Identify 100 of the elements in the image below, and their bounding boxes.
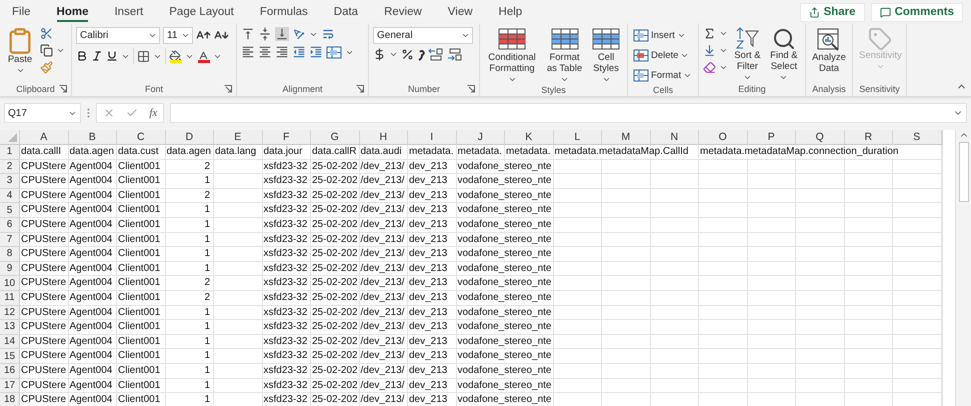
style-button[interactable]: Cell Styles xyxy=(589,27,623,84)
column-header[interactable]: A xyxy=(20,130,68,145)
increase-decimal-icon[interactable] xyxy=(428,48,444,61)
column-header[interactable]: J xyxy=(456,130,505,145)
copy-icon[interactable] xyxy=(40,44,53,57)
column-header[interactable]: R xyxy=(844,130,893,145)
dialog-launcher-icon[interactable] xyxy=(224,85,232,93)
autosum-icon[interactable] xyxy=(703,27,716,40)
column-header[interactable]: I xyxy=(408,130,456,145)
row-header[interactable]: 17 xyxy=(0,378,20,394)
column-header[interactable]: Q xyxy=(796,130,844,145)
ribbon-tab[interactable]: Insert xyxy=(114,2,144,22)
row-header[interactable]: 2 xyxy=(0,160,20,174)
decrease-indent-icon[interactable] xyxy=(292,45,306,59)
column-header[interactable]: G xyxy=(311,130,360,145)
italic-icon[interactable] xyxy=(91,50,103,62)
formula-field[interactable] xyxy=(170,103,967,123)
row-header[interactable]: 1 xyxy=(0,145,20,160)
dialog-launcher-icon[interactable] xyxy=(356,85,364,93)
row-header[interactable]: 11 xyxy=(0,290,20,306)
row-header[interactable]: 5 xyxy=(0,203,20,218)
column-header[interactable]: M xyxy=(602,130,650,145)
row-header[interactable]: 12 xyxy=(0,306,20,320)
bold-icon[interactable] xyxy=(76,50,88,62)
style-button[interactable]: Format as Table xyxy=(544,27,585,84)
ribbon-tab[interactable]: Formulas xyxy=(260,2,308,22)
row-header[interactable]: 14 xyxy=(0,334,20,350)
align-center-icon[interactable] xyxy=(258,45,272,59)
find-select-button[interactable]: Find & Select xyxy=(766,27,801,82)
column-header[interactable]: C xyxy=(117,130,166,145)
percent-icon[interactable] xyxy=(401,48,414,61)
eraser-icon[interactable] xyxy=(703,61,716,74)
column-header[interactable]: O xyxy=(699,130,748,145)
align-middle-icon[interactable] xyxy=(258,27,272,41)
column-header[interactable]: K xyxy=(505,130,554,145)
decrease-decimal-icon[interactable] xyxy=(447,48,463,61)
column-header[interactable]: B xyxy=(68,130,117,145)
fill-down-icon[interactable] xyxy=(703,44,716,57)
row-header[interactable]: 3 xyxy=(0,174,20,189)
paste-button[interactable]: Paste xyxy=(4,27,36,75)
number-format-field[interactable]: General xyxy=(373,27,473,44)
cut-icon[interactable] xyxy=(40,27,53,40)
row-header[interactable]: 10 xyxy=(0,276,20,291)
row-header[interactable]: 6 xyxy=(0,218,20,233)
format-painter-icon[interactable] xyxy=(40,61,53,74)
dialog-launcher-icon[interactable] xyxy=(467,85,475,93)
sort-filter-button[interactable]: Sort & Filter xyxy=(732,27,763,82)
caret-icon[interactable] xyxy=(56,46,65,55)
font-name-field[interactable]: Calibri xyxy=(76,27,160,44)
caret-icon[interactable] xyxy=(181,31,190,40)
caret-icon[interactable] xyxy=(461,31,470,40)
fill-color-icon[interactable] xyxy=(169,50,182,62)
ribbon-tab[interactable]: Home xyxy=(56,2,88,22)
ribbon-tab[interactable]: File xyxy=(12,2,31,22)
ribbon-tab[interactable]: Review xyxy=(384,2,422,22)
comments-button[interactable]: Comments xyxy=(870,2,963,22)
column-header[interactable]: S xyxy=(893,130,942,145)
ribbon-tab[interactable]: Page Layout xyxy=(169,2,234,22)
cells-button[interactable]: Format xyxy=(632,67,694,83)
comma-style-icon[interactable] xyxy=(417,48,425,60)
currency-icon[interactable] xyxy=(373,48,386,61)
column-header[interactable]: H xyxy=(360,130,408,145)
row-header[interactable]: 4 xyxy=(0,188,20,204)
scrollbar-thumb[interactable] xyxy=(958,142,968,202)
cells-button[interactable]: Delete xyxy=(632,47,694,63)
align-bottom-icon[interactable] xyxy=(275,27,289,41)
orientation-icon[interactable] xyxy=(292,27,306,41)
row-header[interactable]: 9 xyxy=(0,262,20,276)
ribbon-tab[interactable]: Data xyxy=(334,2,358,22)
cells-button[interactable]: Insert xyxy=(632,27,694,43)
align-left-icon[interactable] xyxy=(241,45,255,59)
column-header[interactable]: E xyxy=(214,130,262,145)
row-header[interactable]: 16 xyxy=(0,364,20,378)
caret-icon[interactable] xyxy=(148,31,157,40)
row-header[interactable]: 13 xyxy=(0,320,20,335)
caret-icon[interactable] xyxy=(389,50,398,59)
column-header[interactable]: D xyxy=(166,130,214,145)
row-header[interactable]: 15 xyxy=(0,349,20,364)
name-box[interactable]: Q17 xyxy=(4,103,81,123)
insert-function-button[interactable]: fx xyxy=(149,107,158,119)
align-right-icon[interactable] xyxy=(275,45,289,59)
column-header[interactable]: P xyxy=(748,130,796,145)
style-button[interactable]: Conditional Formatting xyxy=(484,27,540,84)
font-color-icon[interactable] xyxy=(197,50,210,62)
column-header[interactable]: F xyxy=(262,130,311,145)
ribbon-tab[interactable]: Help xyxy=(498,2,522,22)
analyze-data-button[interactable]: Analyze Data xyxy=(810,27,848,75)
dialog-launcher-icon[interactable] xyxy=(59,85,67,93)
underline-icon[interactable] xyxy=(106,50,118,62)
align-top-icon[interactable] xyxy=(241,27,255,41)
ribbon-tab[interactable]: View xyxy=(448,2,473,22)
row-header[interactable]: 18 xyxy=(0,393,20,406)
column-header[interactable]: L xyxy=(554,130,602,145)
font-size-field[interactable]: 11 xyxy=(163,27,193,44)
wrap-text-icon[interactable] xyxy=(321,27,335,41)
borders-icon[interactable] xyxy=(137,50,150,62)
row-header[interactable]: 7 xyxy=(0,232,20,248)
increase-indent-icon[interactable] xyxy=(309,45,323,59)
column-header[interactable]: N xyxy=(650,130,699,145)
row-header[interactable]: 8 xyxy=(0,247,20,262)
